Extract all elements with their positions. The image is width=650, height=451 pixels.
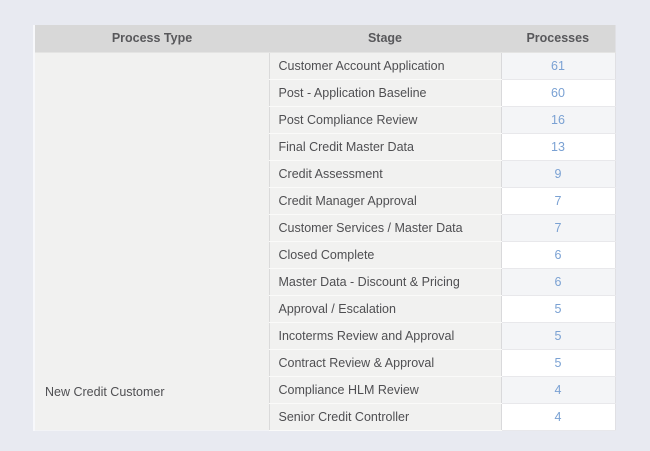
- stage-cell: Closed Complete: [268, 241, 501, 269]
- stage-cell: Compliance HLM Review: [268, 376, 501, 404]
- process-count-link[interactable]: 13: [551, 140, 565, 154]
- stage-cell: Contract Review & Approval: [268, 349, 501, 377]
- process-count-link[interactable]: 6: [555, 248, 562, 262]
- process-count-link[interactable]: 7: [555, 221, 562, 235]
- process-count-link[interactable]: 61: [551, 59, 565, 73]
- process-count-link[interactable]: 5: [555, 356, 562, 370]
- stage-cell: Incoterms Review and Approval: [268, 322, 501, 350]
- process-count-link[interactable]: 4: [555, 410, 562, 424]
- column-header-process-type: Process Type: [34, 25, 269, 53]
- process-count-cell: 60: [500, 79, 615, 107]
- stage-cell: Customer Account Application: [268, 52, 501, 80]
- column-header-stage: Stage: [269, 25, 501, 53]
- stage-cell: Credit Manager Approval: [268, 187, 501, 215]
- process-count-cell: 16: [500, 106, 615, 134]
- process-count-cell: 4: [500, 403, 615, 431]
- process-count-cell: 61: [500, 52, 615, 80]
- process-count-cell: 9: [500, 160, 615, 188]
- process-count-link[interactable]: 60: [551, 86, 565, 100]
- process-count-link[interactable]: 7: [555, 194, 562, 208]
- stage-cell: Approval / Escalation: [268, 295, 501, 323]
- process-count-cell: 6: [500, 268, 615, 296]
- stage-cell: Senior Credit Controller: [268, 403, 501, 431]
- stage-cell: Post Compliance Review: [268, 106, 501, 134]
- stage-cell: Customer Services / Master Data: [268, 214, 501, 242]
- process-stage-table: Process Type Stage Processes New Credit …: [33, 25, 616, 431]
- process-count-cell: 5: [500, 295, 615, 323]
- process-count-cell: 13: [500, 133, 615, 161]
- column-header-processes: Processes: [501, 25, 615, 53]
- table-body: New Credit Customer Customer Account Appl…: [34, 52, 615, 431]
- stage-cell: Post - Application Baseline: [268, 79, 501, 107]
- table-row: New Credit Customer Customer Account Appl…: [34, 52, 615, 430]
- stage-cell: Credit Assessment: [268, 160, 501, 188]
- process-count-cell: 7: [500, 214, 615, 242]
- process-count-cell: 4: [500, 376, 615, 404]
- process-type-label: New Credit Customer: [45, 384, 165, 399]
- process-count-link[interactable]: 9: [555, 167, 562, 181]
- process-count-link[interactable]: 5: [555, 302, 562, 316]
- process-type-cell: New Credit Customer: [34, 52, 269, 430]
- stage-cell: Master Data - Discount & Pricing: [268, 268, 501, 296]
- process-count-link[interactable]: 6: [555, 275, 562, 289]
- stage-cell: Final Credit Master Data: [268, 133, 501, 161]
- process-count-link[interactable]: 4: [555, 383, 562, 397]
- process-count-link[interactable]: 5: [555, 329, 562, 343]
- process-count-cell: 5: [500, 322, 615, 350]
- process-count-cell: 7: [500, 187, 615, 215]
- process-count-cell: 5: [500, 349, 615, 377]
- process-count-link[interactable]: 16: [551, 113, 565, 127]
- process-count-cell: 6: [500, 241, 615, 269]
- table-header-row: Process Type Stage Processes: [34, 25, 615, 53]
